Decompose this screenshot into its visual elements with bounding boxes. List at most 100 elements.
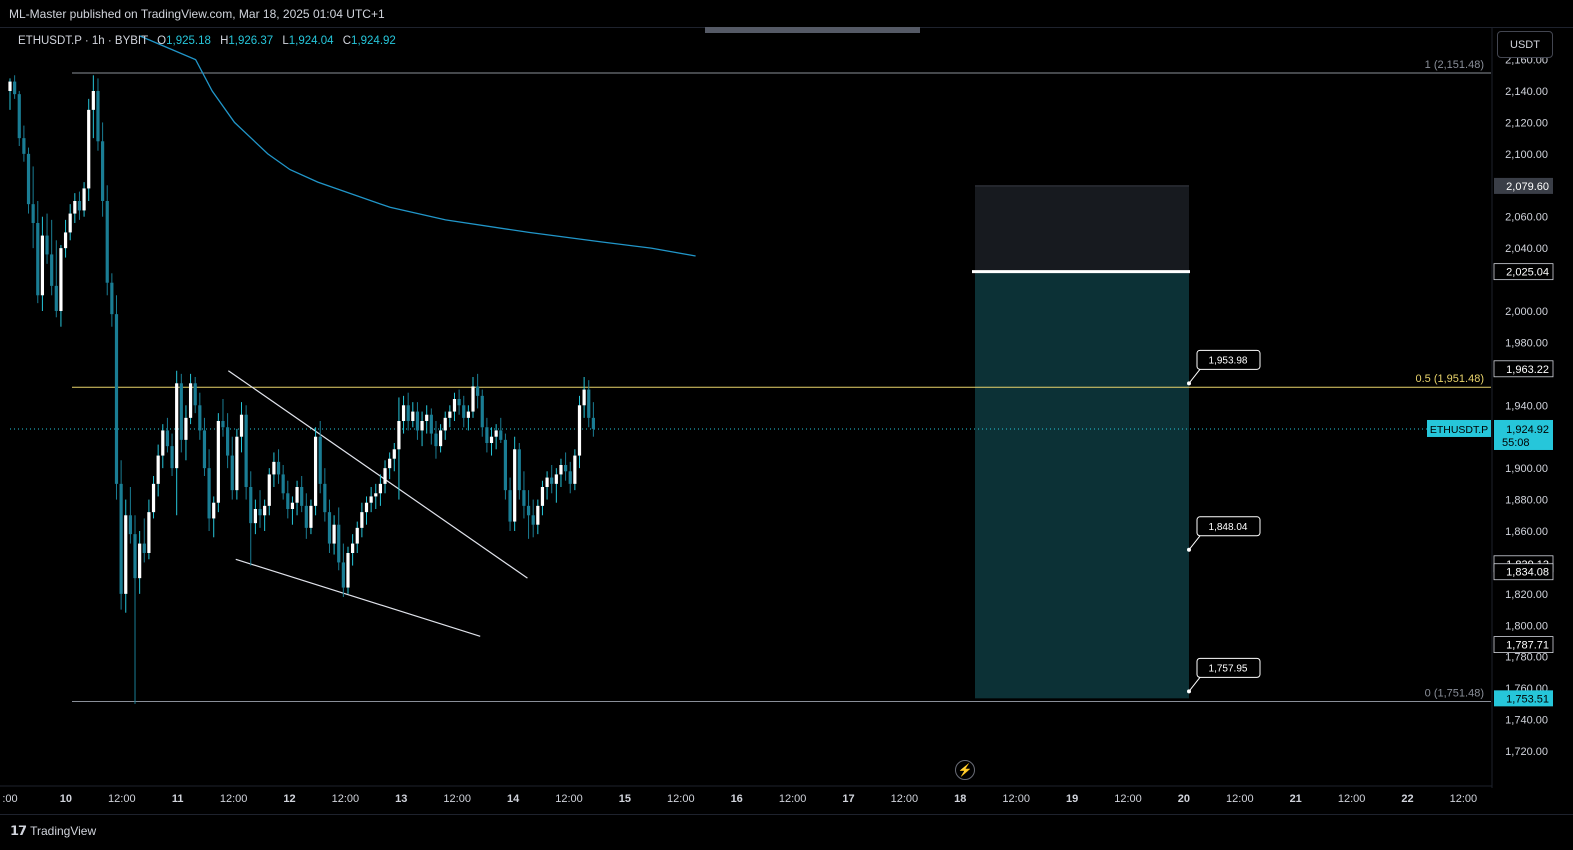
candle-body	[175, 383, 179, 469]
price-tag-text: 1,963.22	[1506, 364, 1549, 376]
target-zone[interactable]	[975, 271, 1189, 699]
candle-body	[559, 465, 563, 475]
candle-body	[462, 405, 466, 418]
price-tick-label: 1,740.00	[1505, 715, 1548, 727]
candle-body	[489, 436, 494, 443]
candle-body	[91, 91, 95, 110]
candle-body	[568, 471, 572, 484]
time-tick-label: 21	[1290, 793, 1302, 805]
candle-body	[230, 455, 234, 491]
candle-body	[448, 411, 452, 418]
candle-body	[138, 543, 142, 579]
candle-body	[517, 449, 521, 491]
time-tick-label: 15	[619, 793, 631, 805]
candle-body	[313, 436, 318, 506]
time-tick-label: 12:00	[220, 793, 248, 805]
candle-body	[332, 524, 336, 544]
candle-body	[193, 383, 197, 406]
price-tag-text: 1,834.08	[1506, 567, 1549, 579]
candle-body	[513, 449, 517, 522]
candle-body	[388, 458, 392, 469]
price-tick-label: 2,100.00	[1505, 149, 1548, 161]
tradingview-logo-icon: 𝟭𝟳	[10, 823, 27, 838]
candle-body	[383, 468, 387, 484]
candle-body	[540, 487, 545, 506]
candle-body	[105, 201, 109, 283]
candle-body	[244, 414, 248, 487]
candle-body	[31, 204, 35, 223]
candle-body	[36, 223, 40, 296]
lightning-icon[interactable]: ⚡	[955, 760, 975, 780]
legend-high-value: 1,926.37	[228, 35, 274, 47]
last-price-text: 1,924.92	[1506, 424, 1549, 436]
chart-canvas[interactable]: 1 (2,151.48) 0.5 (1,951.48) 0 (1,751.48) 1,…	[0, 28, 1573, 814]
candle-body	[536, 505, 540, 525]
time-axis[interactable]: :00 10 12:00 11 12:00 12 12:00 13 12:00 14 12:00 15…	[0, 785, 1492, 805]
candle-body	[401, 405, 406, 421]
symbol-tag-text: ETHUSDT.P	[1430, 424, 1488, 436]
candle-body	[351, 543, 355, 553]
legend-close-label: C	[342, 35, 352, 47]
publish-bar: ML-Master published on TradingView.com, …	[0, 0, 1573, 28]
candle-body	[300, 487, 304, 506]
candle-body	[161, 430, 165, 456]
candlestick-series	[8, 75, 595, 704]
price-tick-label: 2,040.00	[1505, 243, 1548, 255]
price-tick-label: 1,940.00	[1505, 400, 1548, 412]
candle-body	[133, 534, 137, 579]
candle-body	[425, 414, 429, 421]
candle-body	[267, 474, 271, 506]
ohlc-legend: ETHUSDT.P · 1h · BYBIT O1,925.18 H1,926.…	[18, 35, 396, 47]
candle-body	[63, 232, 68, 249]
price-tick-label: 2,060.00	[1505, 212, 1548, 224]
candle-body	[503, 439, 508, 491]
time-tick-label: 10	[60, 793, 72, 805]
time-tick-label: 17	[842, 793, 854, 805]
candle-body	[485, 427, 489, 443]
drawings[interactable]: 1 (2,151.48) 0.5 (1,951.48) 0 (1,751.48) 1,…	[10, 35, 1491, 703]
time-tick-label: 14	[507, 793, 520, 805]
candle-body	[207, 468, 211, 519]
candle-body	[202, 430, 207, 469]
candle-body	[142, 543, 146, 553]
candle-body	[253, 509, 257, 524]
price-tick-label: 2,000.00	[1505, 306, 1548, 318]
candle-body	[188, 383, 193, 418]
currency-button[interactable]: USDT	[1497, 31, 1553, 58]
candle-body	[341, 562, 345, 588]
tradingview-logo-text: TradingView	[30, 824, 97, 838]
candle-body	[550, 477, 554, 484]
legend-close-value: 1,924.92	[351, 35, 396, 47]
candle-body	[147, 512, 151, 553]
moving-average-line[interactable]	[139, 35, 696, 257]
time-tick-label: 13	[395, 793, 407, 805]
legend-symbol: ETHUSDT.P · 1h · BYBIT	[18, 35, 148, 47]
candle-body	[554, 474, 558, 484]
candle-body	[591, 417, 595, 429]
candle-body	[573, 455, 577, 484]
candle-body	[239, 414, 244, 437]
channel-lower-line[interactable]	[235, 558, 481, 637]
candle-body	[258, 509, 262, 516]
tradingview-logo[interactable]: 𝟭𝟳 TradingView	[10, 823, 96, 839]
candle-body	[452, 399, 457, 412]
price-tick-label: 1,900.00	[1505, 463, 1548, 475]
time-tick-label: 12:00	[332, 793, 360, 805]
candle-body	[77, 201, 82, 211]
price-tick-label: 1,720.00	[1505, 746, 1548, 758]
candle-body	[577, 405, 582, 456]
candle-body	[499, 430, 503, 440]
short-position-tool[interactable]	[972, 185, 1190, 699]
callout-text: 1,953.98	[1209, 355, 1248, 366]
candle-body	[309, 505, 313, 528]
candle-body	[587, 389, 591, 418]
candle-body	[22, 138, 26, 154]
callout-text: 1,757.95	[1209, 663, 1248, 674]
stop-zone[interactable]	[975, 185, 1189, 272]
price-axis[interactable]: 2,160.002,140.002,120.002,100.002,060.00…	[1427, 28, 1554, 788]
time-tick-label: 12:00	[555, 793, 583, 805]
candle-body	[73, 201, 77, 214]
candle-body	[87, 109, 91, 189]
time-tick-label: 12:00	[443, 793, 471, 805]
time-tick-label: 20	[1178, 793, 1190, 805]
